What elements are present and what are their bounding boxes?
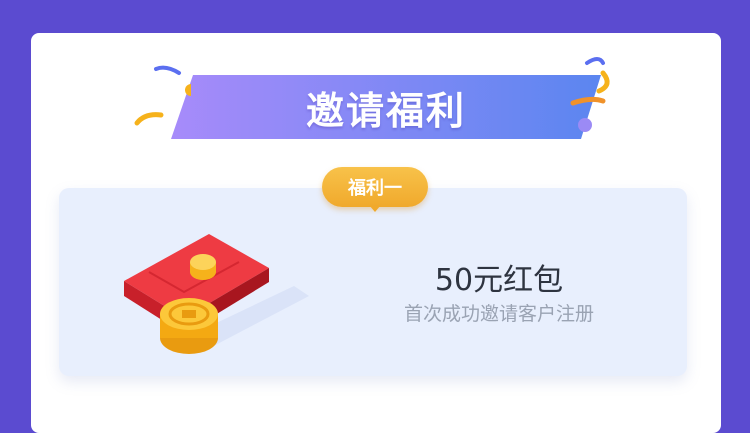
tag-arrow (369, 205, 381, 212)
reward-description: 首次成功邀请客户注册 (403, 303, 594, 325)
benefit-tag: 福利一 (322, 167, 428, 207)
banner-title: 邀请福利 (305, 88, 466, 133)
red-envelope-icon (124, 234, 309, 354)
gold-coin-icon (190, 254, 216, 280)
banner: 邀请福利 (31, 33, 721, 163)
gold-coin-icon (160, 298, 218, 354)
invite-card: 邀请福利 福利一 50元红包 首次成功邀请客户注册 (31, 33, 721, 433)
reward-amount: 50元红包 (434, 263, 564, 298)
